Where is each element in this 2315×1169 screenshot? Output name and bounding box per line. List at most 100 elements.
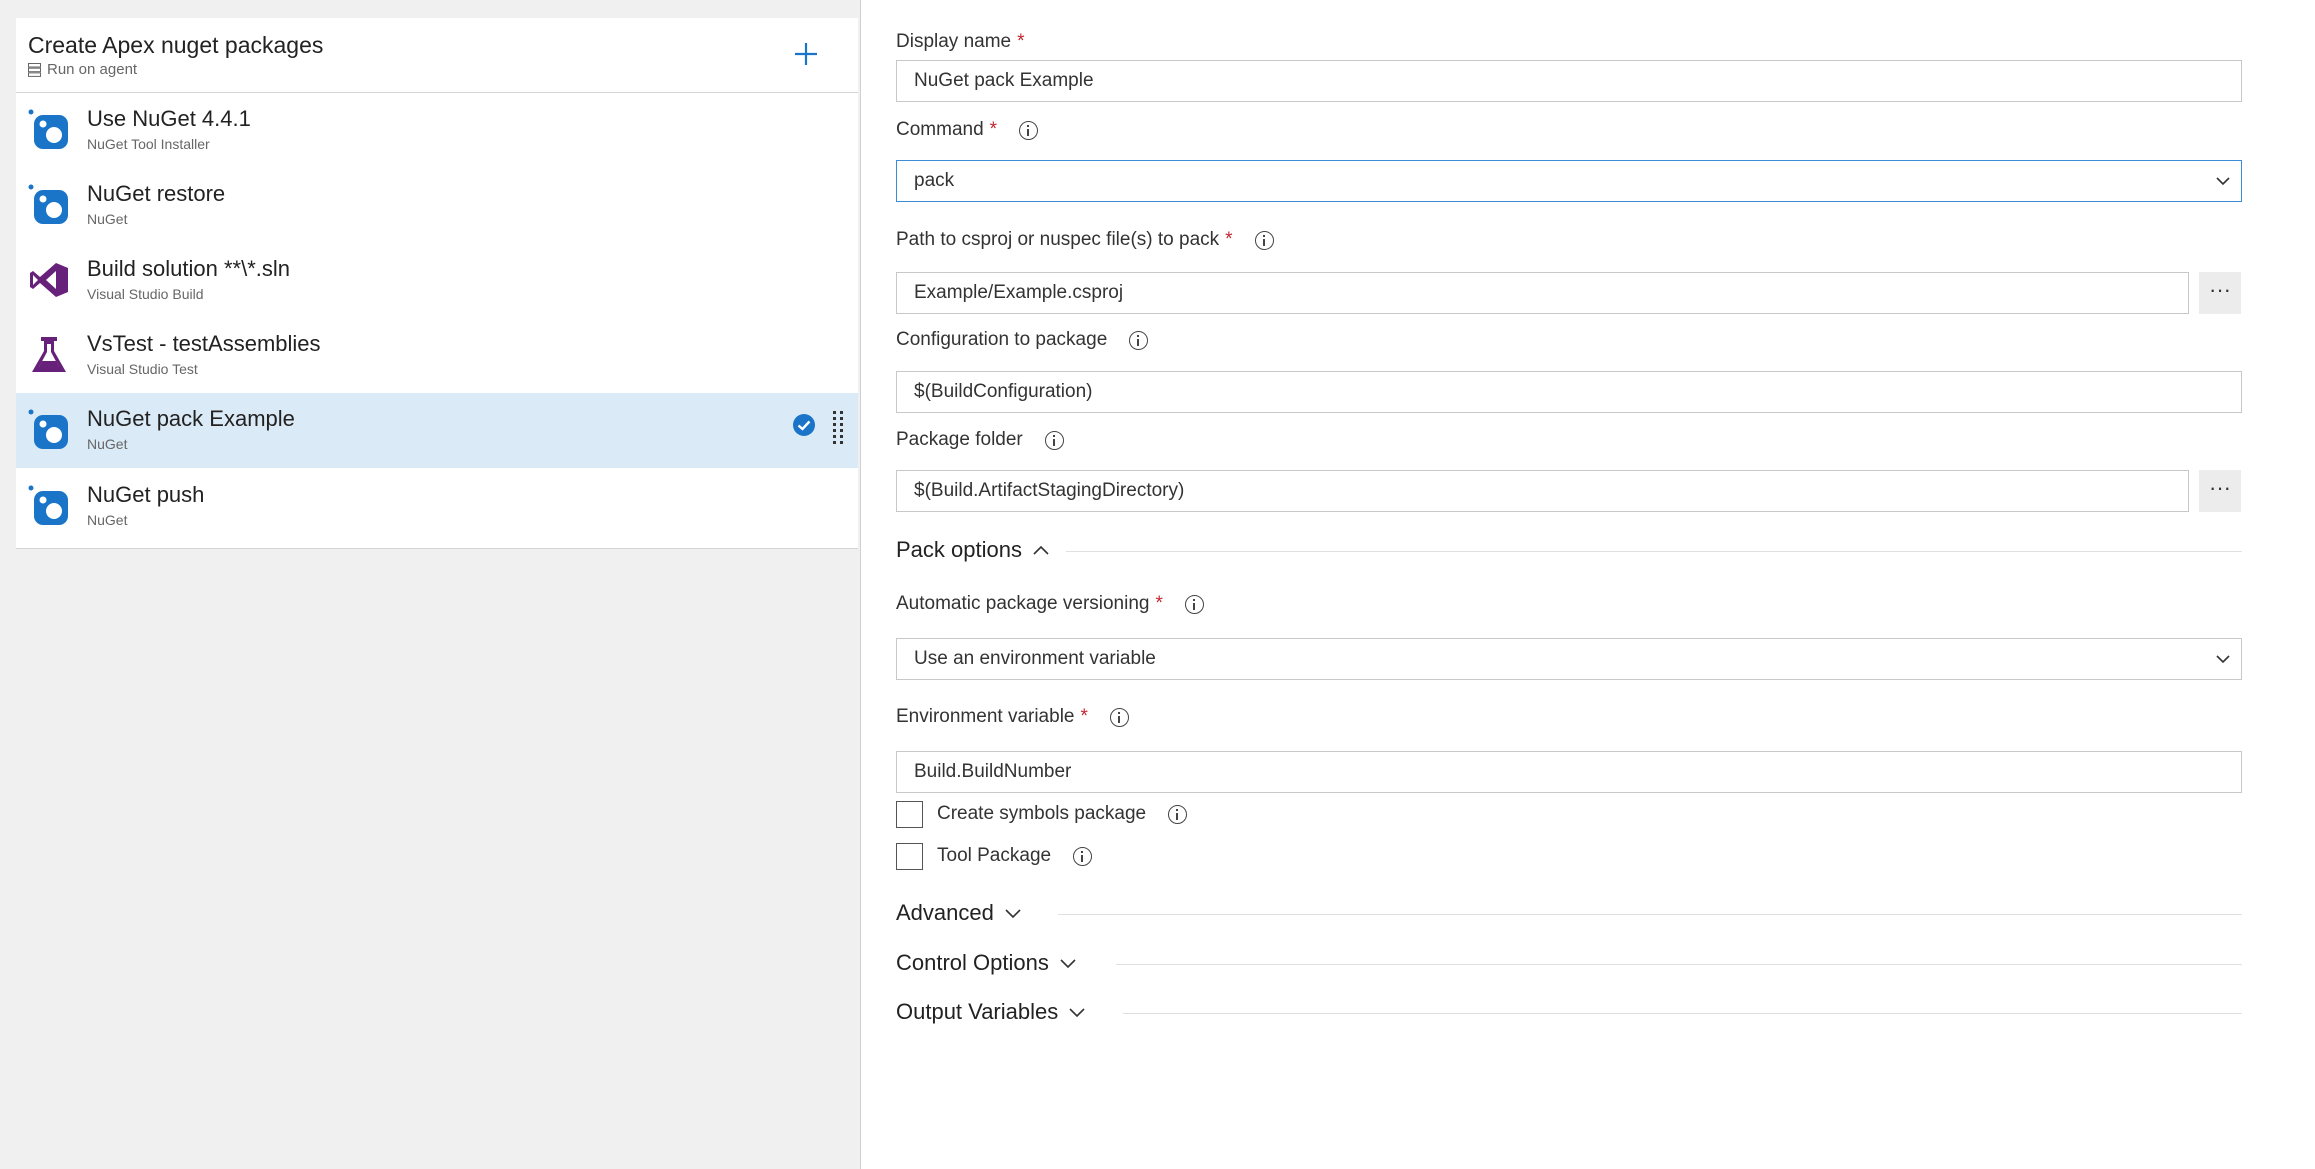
- task-type: NuGet Tool Installer: [87, 136, 210, 152]
- path-input[interactable]: Example/Example.csproj: [896, 272, 2189, 314]
- chevron-up-icon: [1033, 545, 1049, 555]
- display-name-value: NuGet pack Example: [914, 70, 1094, 91]
- info-icon[interactable]: [1254, 230, 1274, 250]
- command-label: Command *: [896, 119, 1039, 141]
- advanced-section-toggle[interactable]: Advanced: [896, 900, 1022, 926]
- package-folder-input[interactable]: $(Build.ArtifactStagingDirectory): [896, 470, 2189, 512]
- task-name: NuGet pack Example: [87, 406, 295, 431]
- task-name: Build solution **\*.sln: [87, 256, 291, 281]
- command-select[interactable]: pack: [896, 160, 2242, 202]
- task-type: NuGet: [87, 512, 128, 528]
- required-marker: *: [989, 119, 998, 140]
- versioning-label: Automatic package versioning *: [896, 593, 1204, 615]
- package-folder-value: $(Build.ArtifactStagingDirectory): [914, 480, 1185, 501]
- agent-job-title: Create Apex nuget packages: [28, 32, 324, 58]
- chevron-down-icon: [1005, 909, 1021, 919]
- drag-handle-icon[interactable]: [831, 409, 845, 449]
- visual-studio-icon: [30, 263, 68, 297]
- path-label: Path to csproj or nuspec file(s) to pack…: [896, 229, 1274, 251]
- task-item[interactable]: NuGet push NuGet: [16, 469, 858, 544]
- env-var-input[interactable]: Build.BuildNumber: [896, 751, 2242, 793]
- task-type: NuGet: [87, 211, 128, 227]
- section-divider: [1123, 1013, 2242, 1014]
- package-folder-label-text: Package folder: [896, 429, 1023, 450]
- task-properties-panel: Display name * NuGet pack Example Comman…: [860, 0, 2315, 1169]
- info-icon[interactable]: [1129, 330, 1149, 350]
- path-label-text: Path to csproj or nuspec file(s) to pack: [896, 229, 1220, 250]
- info-icon[interactable]: [1019, 120, 1039, 140]
- create-symbols-label-text: Create symbols package: [937, 803, 1147, 824]
- chevron-down-icon: [1069, 1008, 1085, 1018]
- agent-job-subtitle: Run on agent: [28, 61, 137, 78]
- task-item[interactable]: NuGet restore NuGet: [16, 168, 858, 243]
- control-options-section-toggle[interactable]: Control Options: [896, 950, 1077, 976]
- info-icon[interactable]: [1073, 846, 1093, 866]
- path-browse-button[interactable]: ···: [2199, 272, 2241, 314]
- task-name: Use NuGet 4.4.1: [87, 106, 251, 131]
- display-name-label: Display name *: [896, 31, 1025, 53]
- check-circle-icon: [793, 414, 815, 436]
- env-var-value: Build.BuildNumber: [914, 761, 1072, 782]
- configuration-label: Configuration to package: [896, 329, 1149, 351]
- versioning-value: Use an environment variable: [914, 648, 1156, 669]
- chevron-down-icon: [1060, 959, 1076, 969]
- path-value: Example/Example.csproj: [914, 282, 1124, 303]
- command-label-text: Command: [896, 119, 984, 140]
- agent-server-icon: [28, 62, 41, 77]
- task-name: NuGet push: [87, 482, 205, 507]
- task-item[interactable]: Build solution **\*.sln Visual Studio Bu…: [16, 243, 858, 318]
- section-divider: [1116, 964, 2242, 965]
- tool-package-checkbox[interactable]: [896, 843, 923, 870]
- task-name: VsTest - testAssemblies: [87, 331, 321, 356]
- task-type: Visual Studio Test: [87, 361, 198, 377]
- package-folder-label: Package folder: [896, 429, 1064, 451]
- package-folder-browse-button[interactable]: ···: [2199, 470, 2241, 512]
- display-name-label-text: Display name: [896, 31, 1012, 52]
- pack-options-section-toggle[interactable]: Pack options: [896, 537, 1050, 563]
- versioning-label-text: Automatic package versioning: [896, 593, 1150, 614]
- agent-job-subtitle-text: Run on agent: [47, 61, 138, 78]
- task-type: NuGet: [87, 436, 128, 452]
- nuget-icon: [28, 485, 68, 525]
- nuget-icon: [28, 184, 68, 224]
- output-variables-label: Output Variables: [896, 999, 1059, 1024]
- required-marker: *: [1225, 229, 1233, 250]
- nuget-icon: [28, 109, 68, 149]
- tool-package-label-text: Tool Package: [937, 845, 1052, 866]
- pack-options-label: Pack options: [896, 537, 1022, 562]
- info-icon[interactable]: [1168, 804, 1188, 824]
- versioning-select[interactable]: Use an environment variable: [896, 638, 2242, 680]
- display-name-input[interactable]: NuGet pack Example: [896, 60, 2242, 102]
- create-symbols-checkbox[interactable]: [896, 801, 923, 828]
- task-list-panel: Create Apex nuget packages Run on agent …: [16, 18, 858, 549]
- agent-job-header[interactable]: Create Apex nuget packages Run on agent: [16, 18, 858, 93]
- task-item-selected[interactable]: NuGet pack Example NuGet: [16, 393, 858, 468]
- tool-package-label: Tool Package: [937, 845, 1093, 867]
- configuration-input[interactable]: $(BuildConfiguration): [896, 371, 2242, 413]
- info-icon[interactable]: [1184, 594, 1204, 614]
- configuration-value: $(BuildConfiguration): [914, 381, 1093, 402]
- required-marker: *: [1155, 593, 1163, 614]
- env-var-label-text: Environment variable: [896, 706, 1075, 727]
- task-type: Visual Studio Build: [87, 286, 204, 302]
- info-icon[interactable]: [1044, 430, 1064, 450]
- nuget-icon: [28, 409, 68, 449]
- task-item[interactable]: VsTest - testAssemblies Visual Studio Te…: [16, 318, 858, 393]
- chevron-down-icon: [2216, 177, 2230, 186]
- flask-icon: [32, 337, 66, 372]
- configuration-label-text: Configuration to package: [896, 329, 1108, 350]
- task-name: NuGet restore: [87, 181, 226, 206]
- control-options-label: Control Options: [896, 950, 1049, 975]
- section-divider: [1058, 914, 2242, 915]
- info-icon[interactable]: [1109, 707, 1129, 727]
- required-marker: *: [1080, 706, 1088, 727]
- task-item[interactable]: Use NuGet 4.4.1 NuGet Tool Installer: [16, 93, 858, 168]
- section-divider: [1066, 551, 2242, 552]
- add-task-button[interactable]: [786, 34, 826, 74]
- env-var-label: Environment variable *: [896, 706, 1129, 728]
- required-marker: *: [1017, 31, 1025, 52]
- create-symbols-label: Create symbols package: [937, 803, 1188, 825]
- chevron-down-icon: [2216, 655, 2230, 664]
- output-variables-section-toggle[interactable]: Output Variables: [896, 999, 1086, 1025]
- advanced-label: Advanced: [896, 900, 994, 925]
